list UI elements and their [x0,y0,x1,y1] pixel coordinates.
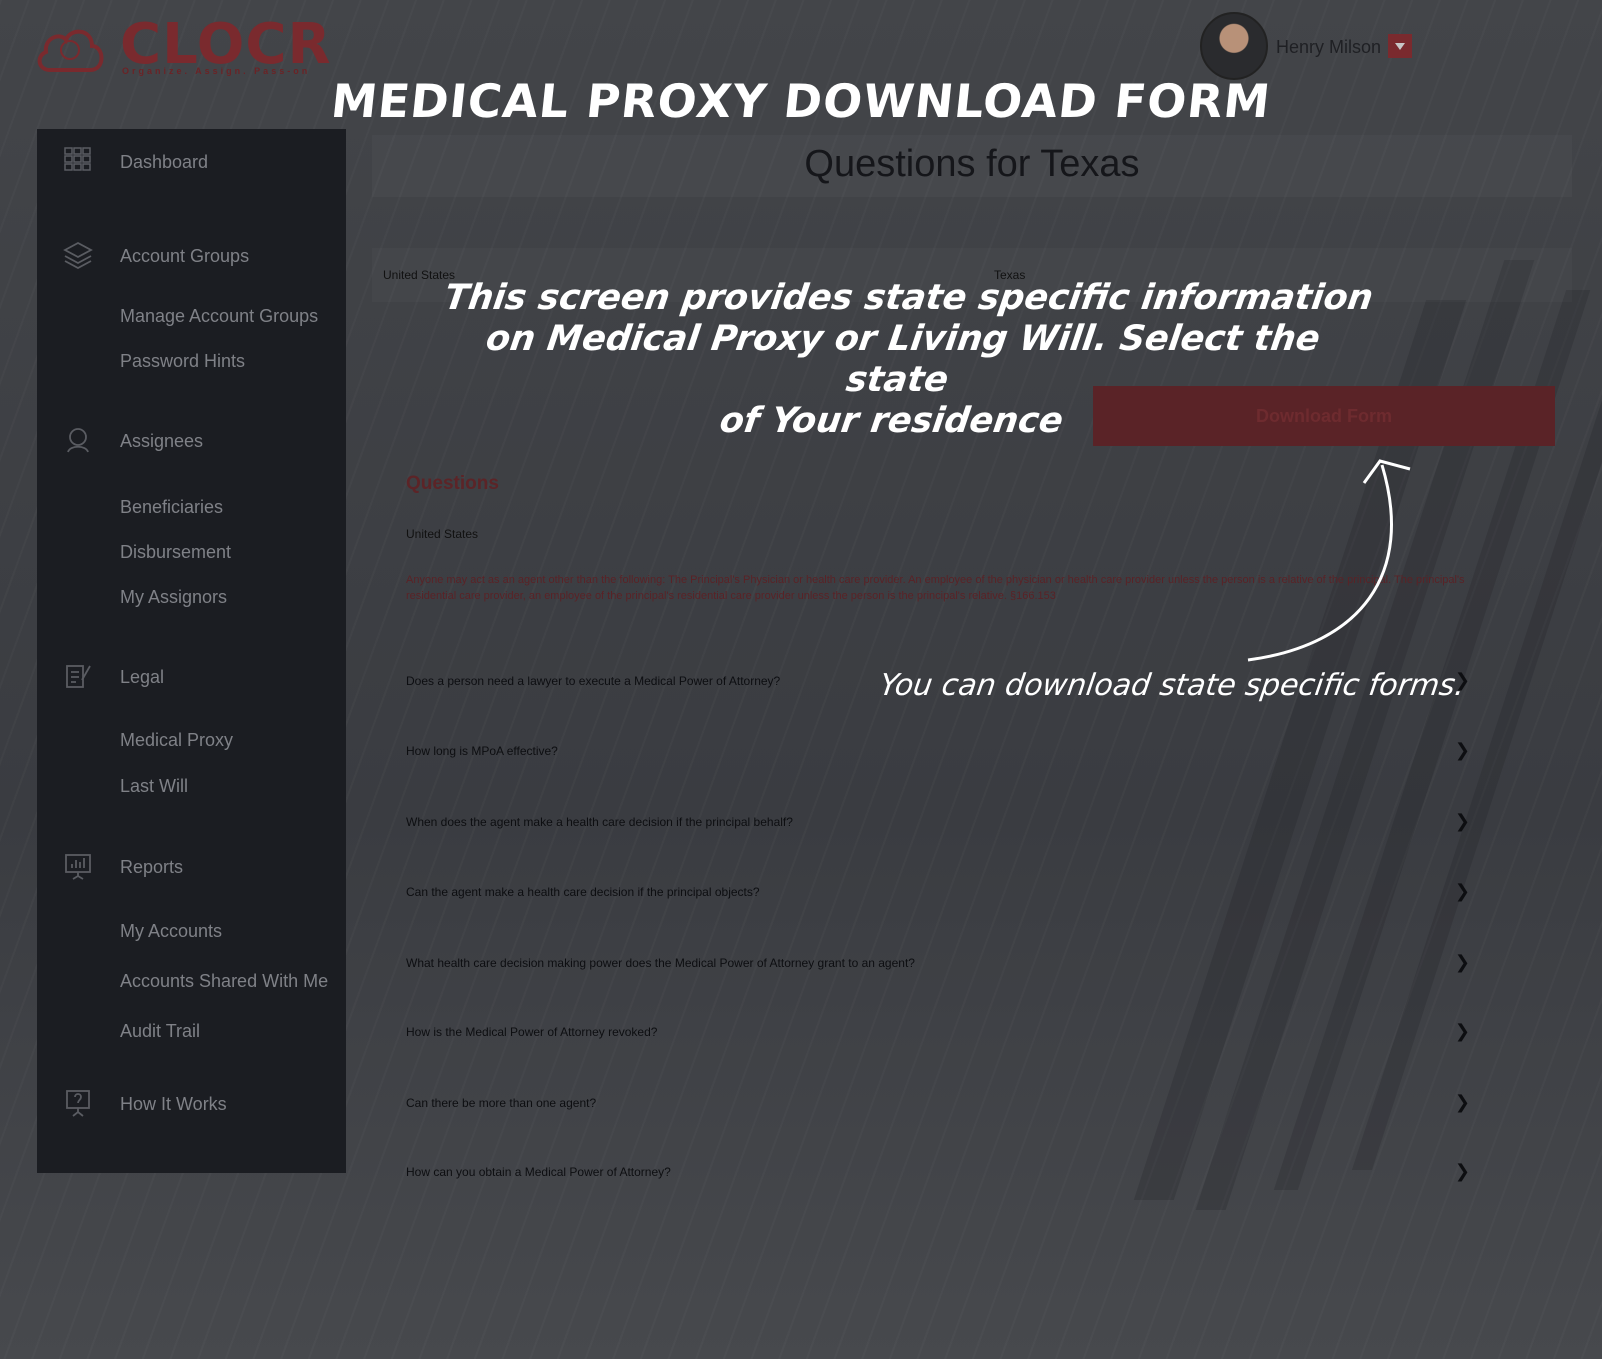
questions-country: United States [406,527,479,541]
faq-question: Does a person need a lawyer to execute a… [406,674,781,688]
chevron-right-icon[interactable]: ❯ [1455,881,1470,902]
sidebar-item-medical-proxy[interactable]: Medical Proxy [120,730,233,751]
questions-heading: Questions [406,473,499,494]
annotation-arrow-icon [1247,459,1411,662]
chevron-right-icon[interactable]: ❯ [1455,952,1470,973]
download-annotation: You can download state specific forms. [877,668,1467,703]
page-title: Questions for Texas [804,143,1140,185]
sidebar-item-audit-trail[interactable]: Audit Trail [120,1021,200,1042]
chevron-right-icon[interactable]: ❯ [1455,1021,1470,1042]
sidebar-item-assignees[interactable]: Assignees [37,426,346,456]
faq-question: How is the Medical Power of Attorney rev… [406,1025,658,1039]
annotation-line: of Your residence [717,401,1066,441]
sidebar-item-accounts-shared[interactable]: Accounts Shared With Me [120,971,328,992]
annotation-line: on Medical Proxy or Living Will. Select … [483,319,1323,400]
faq-item[interactable]: What health care decision making power d… [406,952,1470,976]
page-header: Questions for Texas [372,135,1572,197]
sidebar-item-label: Legal [120,667,165,687]
faq-item[interactable]: How is the Medical Power of Attorney rev… [406,1021,1470,1045]
cloud-logo-icon [37,29,104,72]
sidebar-item-reports[interactable]: Reports [37,852,346,882]
sidebar-item-manage-account-groups[interactable]: Manage Account Groups [120,306,318,327]
faq-item[interactable]: When does the agent make a health care d… [406,811,1470,835]
sidebar-item-how-it-works[interactable]: How It Works [37,1089,346,1119]
chevron-right-icon[interactable]: ❯ [1455,1092,1470,1113]
grid-icon [63,147,93,177]
sidebar-item-dashboard[interactable]: Dashboard [37,147,346,177]
sidebar-item-account-groups[interactable]: Account Groups [37,241,346,271]
avatar[interactable] [1200,12,1268,80]
presentation-chart-icon [63,852,93,882]
chevron-down-icon[interactable] [1388,34,1412,58]
faq-question: Can there be more than one agent? [406,1096,597,1110]
sidebar-item-beneficiaries[interactable]: Beneficiaries [120,497,223,518]
chevron-right-icon[interactable]: ❯ [1455,740,1470,761]
sidebar-item-label: How It Works [120,1094,227,1114]
faq-question: What health care decision making power d… [406,956,915,970]
sidebar-item-password-hints[interactable]: Password Hints [120,351,245,372]
faq-question: How can you obtain a Medical Power of At… [406,1165,671,1179]
sidebar-item-label: Dashboard [120,152,209,172]
chevron-right-icon[interactable]: ❯ [1455,811,1470,832]
chevron-right-icon[interactable]: ❯ [1455,1161,1470,1182]
faq-question: How long is MPoA effective? [406,744,558,758]
tutorial-annotation: This screen provides state specific info… [418,278,1381,442]
faq-item[interactable]: Can there be more than one agent? ❯ [406,1092,1470,1116]
sidebar-item-label: Assignees [120,431,204,451]
faq-item[interactable]: Can the agent make a health care decisio… [406,881,1470,905]
banner-title: MEDICAL PROXY DOWNLOAD FORM [328,74,1274,128]
faq-question: Can the agent make a health care decisio… [406,885,760,899]
layers-icon [63,241,93,271]
user-badge-icon [63,426,93,456]
sidebar-item-legal[interactable]: Legal [37,662,346,692]
sidebar-item-my-accounts[interactable]: My Accounts [120,921,222,942]
document-edit-icon [63,662,93,692]
sidebar-item-last-will[interactable]: Last Will [120,776,188,797]
sidebar-item-disbursement[interactable]: Disbursement [120,542,231,563]
faq-item[interactable]: How long is MPoA effective? ❯ [406,740,1470,764]
sidebar-item-label: Reports [120,857,184,877]
faq-question: When does the agent make a health care d… [406,815,793,829]
help-board-icon [63,1089,93,1119]
annotation-line: This screen provides state specific info… [441,278,1376,318]
faq-item[interactable]: How can you obtain a Medical Power of At… [406,1161,1470,1185]
sidebar-item-label: Account Groups [120,246,250,266]
user-name[interactable]: Henry Milson [1276,37,1381,58]
sidebar: Dashboard Account Groups Manage Account … [37,129,346,1173]
sidebar-item-my-assignors[interactable]: My Assignors [120,587,227,608]
